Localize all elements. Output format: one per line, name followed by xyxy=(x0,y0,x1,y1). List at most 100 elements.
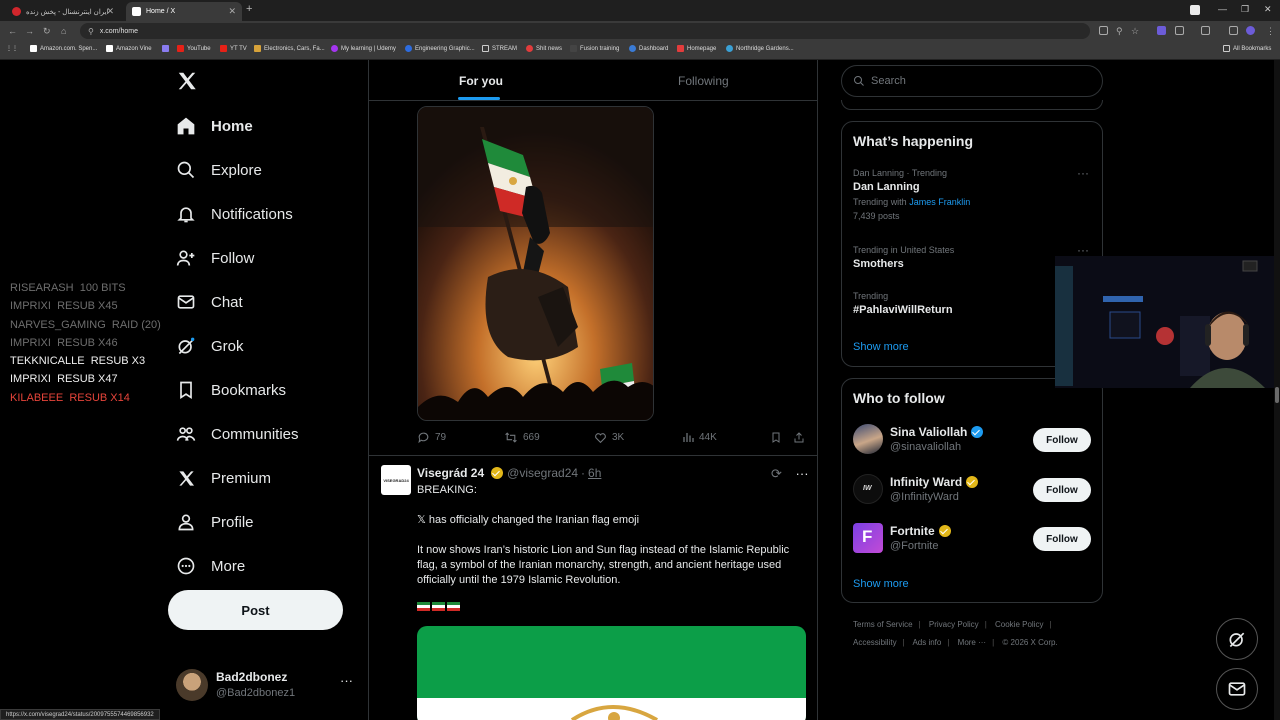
bookmark-item[interactable]: My learning | Udemy xyxy=(331,45,396,52)
nav-follow[interactable]: Follow xyxy=(175,236,254,280)
nav-notifications[interactable]: Notifications xyxy=(175,192,293,236)
tab-following[interactable]: Following xyxy=(678,74,729,88)
post-image[interactable] xyxy=(417,106,654,421)
trend-item[interactable]: Trending in United States Smothers xyxy=(853,245,954,270)
tab-for-you[interactable]: For you xyxy=(459,74,503,88)
more-dots-icon[interactable]: ··· xyxy=(340,673,353,688)
page-scrollbar-thumb[interactable] xyxy=(1275,387,1279,403)
grok-fab-button[interactable] xyxy=(1216,618,1258,660)
follow-suggestion[interactable]: F Fortnite @Fortnite Follow xyxy=(853,521,1093,557)
nav-chat[interactable]: Chat xyxy=(175,280,243,324)
close-tab-icon[interactable]: ✕ xyxy=(106,6,114,17)
suggestion-handle: @sinavaliollah xyxy=(890,441,962,453)
url-field[interactable]: ⚲ x.com/home xyxy=(80,23,1090,39)
bookmark-item[interactable]: YouTube xyxy=(177,45,211,52)
nav-more[interactable]: More xyxy=(175,544,245,588)
bookmark-item[interactable] xyxy=(162,45,172,52)
account-switcher[interactable]: Bad2dbonez @Bad2dbonez1 ··· xyxy=(176,667,356,705)
back-icon[interactable]: ← xyxy=(8,26,17,36)
apps-grid-icon[interactable]: ⋮⋮ xyxy=(6,45,18,52)
bookmark-item[interactable]: Dashboard xyxy=(629,45,668,52)
like-button[interactable]: 3K xyxy=(594,431,624,444)
author-name[interactable]: Visegrád 24 xyxy=(417,466,484,480)
install-app-icon[interactable] xyxy=(1099,26,1108,35)
sidebar-toggle-icon[interactable] xyxy=(1201,26,1210,35)
avatar-text: VISEGRAD24 xyxy=(383,477,409,483)
nav-communities[interactable]: Communities xyxy=(175,412,299,456)
messages-fab-button[interactable] xyxy=(1216,668,1258,710)
home-browser-icon[interactable]: ⌂ xyxy=(61,26,66,36)
follow-suggestion[interactable]: IW Infinity Ward @InfinityWard Follow xyxy=(853,472,1093,508)
post-image-flag[interactable] xyxy=(417,626,806,720)
bookmark-item[interactable]: Homepage xyxy=(677,45,716,52)
downloads-icon[interactable] xyxy=(1229,26,1238,35)
post-button[interactable]: Post xyxy=(168,590,343,630)
author-handle[interactable]: @visegrad24 xyxy=(507,466,578,480)
footer-link[interactable]: Ads info xyxy=(912,638,941,647)
nav-explore[interactable]: Explore xyxy=(175,148,262,192)
nav-premium[interactable]: Premium xyxy=(175,456,271,500)
close-window-icon[interactable]: ✕ xyxy=(1264,4,1272,15)
bookmark-item[interactable]: Northridge Gardens... xyxy=(726,45,794,52)
reload-icon[interactable]: ↻ xyxy=(43,26,51,37)
bookmark-item[interactable]: Amazon.com. Spen... xyxy=(30,45,97,52)
footer-link[interactable]: Privacy Policy xyxy=(929,620,979,629)
webcam-overlay xyxy=(1055,256,1280,388)
more-dots-icon[interactable]: ··· xyxy=(1077,243,1089,257)
all-bookmarks-folder[interactable]: All Bookmarks xyxy=(1223,45,1271,52)
post-timestamp[interactable]: 6h xyxy=(588,466,601,480)
views-button[interactable]: 44K xyxy=(682,431,717,443)
profile-avatar-icon[interactable] xyxy=(1246,26,1255,35)
x-logo-icon[interactable] xyxy=(176,70,198,92)
bookmark-item[interactable]: Shit news xyxy=(526,45,562,52)
forward-icon[interactable]: → xyxy=(25,26,34,36)
follow-button[interactable]: Follow xyxy=(1033,428,1091,452)
extension-icon[interactable] xyxy=(1157,26,1166,35)
footer-link[interactable]: Cookie Policy xyxy=(995,620,1043,629)
nav-bookmarks[interactable]: Bookmarks xyxy=(175,368,286,412)
reply-button[interactable]: 79 xyxy=(417,431,446,444)
bookmark-item[interactable]: Electronics, Cars, Fa... xyxy=(254,45,325,52)
trend-with-link[interactable]: James Franklin xyxy=(909,197,970,207)
browser-tab-iran-international[interactable]: ایران اینترنشنال - پخش زنده ✕ xyxy=(6,2,120,21)
star-icon[interactable]: ☆ xyxy=(1131,26,1139,37)
bookmark-label: Homepage xyxy=(687,45,717,52)
nav-grok[interactable]: Grok xyxy=(175,324,244,368)
trend-item[interactable]: Trending #PahlaviWillReturn xyxy=(853,291,953,316)
minimize-window-icon[interactable]: — xyxy=(1218,4,1227,14)
bookmark-item[interactable]: Amazon Vine xyxy=(106,45,152,52)
bookmark-folder[interactable]: STREAM xyxy=(482,45,517,52)
extension-sparkle-icon[interactable] xyxy=(1190,5,1200,15)
share-button[interactable] xyxy=(793,431,810,444)
browser-tab-home-x[interactable]: Home / X ✕ xyxy=(126,2,242,21)
post-header: Visegrád 24 @visegrad24 · 6h xyxy=(417,466,601,480)
more-dots-icon[interactable]: ··· xyxy=(796,466,809,481)
trend-item[interactable]: Dan Lanning · Trending Dan Lanning Trend… xyxy=(853,168,970,221)
nav-home[interactable]: Home xyxy=(175,104,253,148)
restore-window-icon[interactable]: ❐ xyxy=(1241,4,1249,15)
footer-link[interactable]: Accessibility xyxy=(853,638,897,647)
nav-profile[interactable]: Profile xyxy=(175,500,254,544)
bookmark-item[interactable]: Fusion training xyxy=(570,45,619,52)
bookmark-item[interactable]: YT TV xyxy=(220,45,247,52)
site-info-icon[interactable]: ⚲ xyxy=(88,27,94,36)
bookmark-item[interactable]: Engineering Graphic... xyxy=(405,45,475,52)
puzzle-extensions-icon[interactable] xyxy=(1175,26,1184,35)
search-input[interactable]: Search xyxy=(841,65,1103,97)
follow-button[interactable]: Follow xyxy=(1033,527,1091,551)
show-more-link[interactable]: Show more xyxy=(853,578,909,590)
follow-suggestion[interactable]: Sina Valiollah @sinavaliollah Follow xyxy=(853,422,1093,458)
avatar[interactable]: VISEGRAD24 xyxy=(381,465,411,495)
footer-link[interactable]: More ··· xyxy=(958,638,986,647)
footer-link[interactable]: Terms of Service xyxy=(853,620,913,629)
browser-menu-icon[interactable]: ⋮ xyxy=(1266,26,1275,37)
bookmark-post-button[interactable] xyxy=(770,431,787,444)
close-tab-icon[interactable]: ✕ xyxy=(228,6,236,17)
new-tab-icon[interactable]: + xyxy=(246,3,252,15)
zoom-icon[interactable]: ⚲ xyxy=(1116,26,1123,37)
show-more-link[interactable]: Show more xyxy=(853,341,909,353)
follow-button[interactable]: Follow xyxy=(1033,478,1091,502)
grok-explain-icon[interactable]: ⟳ xyxy=(771,466,782,481)
more-dots-icon[interactable]: ··· xyxy=(1077,166,1089,180)
repost-button[interactable]: 669 xyxy=(504,431,540,444)
